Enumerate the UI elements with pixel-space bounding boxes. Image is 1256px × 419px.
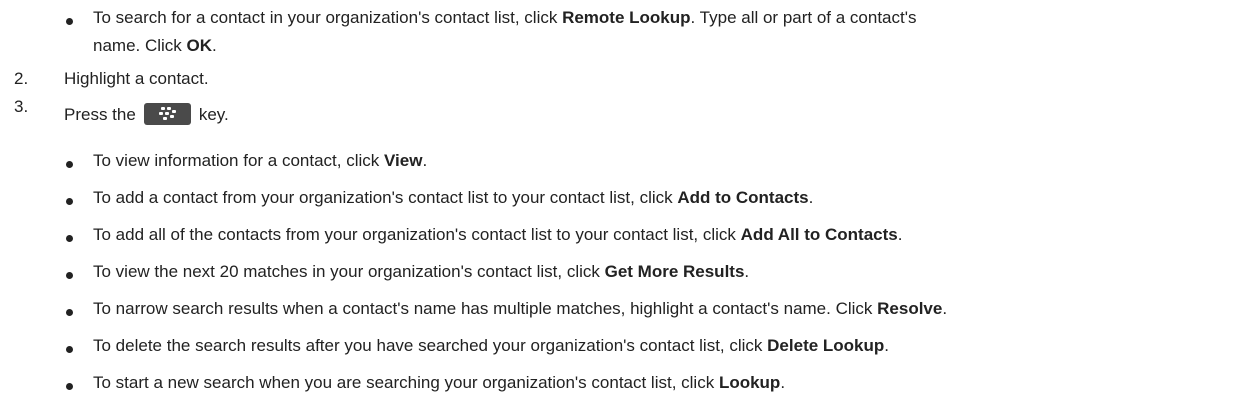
add-to-contacts-term: Add to Contacts [677, 188, 809, 207]
step-3: 3. Press the key. [0, 97, 1256, 129]
step-number: 2. [14, 69, 29, 88]
option-text: To add a contact from your organization'… [93, 188, 678, 207]
bullet-marker [66, 309, 73, 316]
option-period: . [780, 373, 786, 392]
bullet-marker [66, 198, 73, 205]
option-period: . [744, 262, 750, 281]
bullet-marker [66, 18, 73, 25]
option-text: To view information for a contact, click [93, 151, 385, 170]
step-text-before: Press the [64, 105, 136, 124]
delete-lookup-term: Delete Lookup [767, 336, 885, 355]
bullet-marker [66, 235, 73, 242]
bullet-marker [66, 346, 73, 353]
bullet-marker [66, 383, 73, 390]
document-page: To search for a contact in your organiza… [0, 0, 1256, 419]
option-period: . [808, 188, 814, 207]
ok-term: OK [186, 36, 213, 55]
intro-bullet-line1: To search for a contact in your organiza… [93, 6, 916, 30]
option-item: To start a new search when you are searc… [93, 371, 785, 395]
step-2: 2. Highlight a contact. [0, 67, 1256, 93]
option-item: To delete the search results after you h… [93, 334, 889, 358]
get-more-results-term: Get More Results [604, 262, 745, 281]
bullet-marker [66, 161, 73, 168]
step-text: Highlight a contact. [64, 69, 209, 88]
lookup-term: Lookup [718, 373, 781, 392]
option-item: To add a contact from your organization'… [93, 186, 813, 210]
option-text: To start a new search when you are searc… [93, 373, 719, 392]
option-period: . [897, 225, 903, 244]
intro-bullet-line2: name. Click OK. [93, 34, 217, 58]
option-period: . [884, 336, 890, 355]
option-text: To add all of the contacts from your org… [93, 225, 741, 244]
option-item: To view information for a contact, click… [93, 149, 427, 173]
blackberry-menu-key-icon [143, 102, 191, 125]
option-period: . [942, 299, 948, 318]
intro-bullet-period: . [212, 36, 217, 55]
option-item: To narrow search results when a contact'… [93, 297, 947, 321]
remote-lookup-term: Remote Lookup [562, 8, 691, 27]
step-text-after: key. [198, 105, 229, 124]
step-number: 3. [14, 97, 29, 116]
option-item: To add all of the contacts from your org… [93, 223, 902, 247]
step-text: Press the key. [64, 102, 229, 127]
view-term: View [384, 151, 423, 170]
add-all-to-contacts-term: Add All to Contacts [740, 225, 898, 244]
resolve-term: Resolve [877, 299, 943, 318]
intro-bullet-text: To search for a contact in your organiza… [93, 8, 563, 27]
intro-bullet-line2-text: name. Click [93, 36, 187, 55]
option-text: To narrow search results when a contact'… [93, 299, 878, 318]
intro-bullet-text-cont: . Type all or part of a contact's [690, 8, 917, 27]
option-item: To view the next 20 matches in your orga… [93, 260, 749, 284]
option-period: . [422, 151, 428, 170]
option-text: To delete the search results after you h… [93, 336, 768, 355]
bullet-marker [66, 272, 73, 279]
option-text: To view the next 20 matches in your orga… [93, 262, 605, 281]
